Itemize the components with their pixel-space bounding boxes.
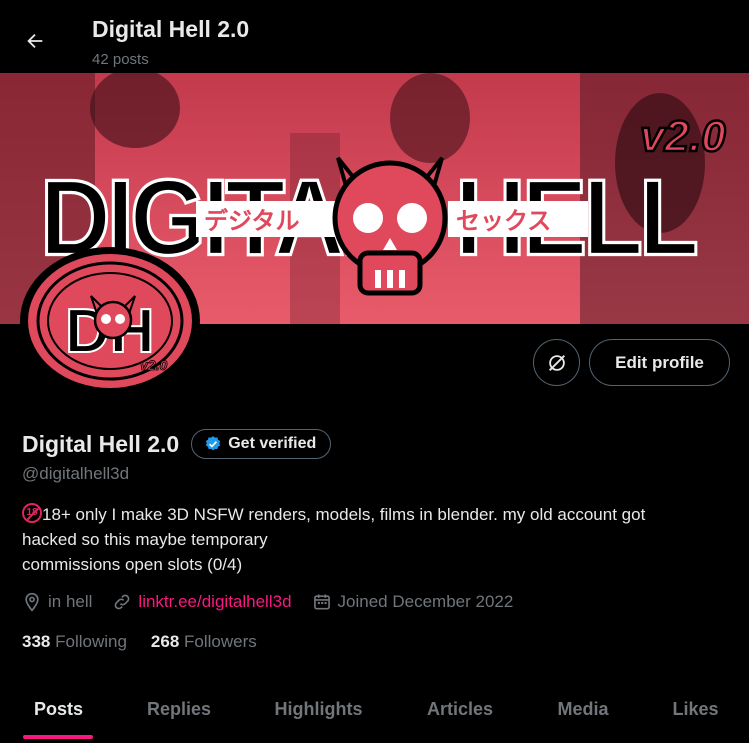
location-pin-icon	[25, 592, 39, 612]
tab-posts[interactable]: Posts	[0, 683, 117, 735]
calendar-icon	[313, 594, 330, 610]
top-bar: Digital Hell 2.0 42 posts	[0, 0, 749, 73]
get-verified-label: Get verified	[228, 435, 317, 452]
followers-count: 268	[150, 632, 180, 651]
page-title: Digital Hell 2.0	[92, 16, 250, 42]
no-sync-icon	[548, 354, 565, 371]
analytics-button[interactable]	[533, 339, 580, 386]
banner-jp-right: セックス	[456, 207, 551, 235]
no-under-18-icon: 18	[22, 503, 42, 523]
tab-replies[interactable]: Replies	[117, 683, 241, 735]
arrow-left-icon	[27, 33, 43, 49]
post-count: 42 posts	[92, 51, 149, 68]
tab-highlights[interactable]: Highlights	[241, 683, 396, 735]
name-row: Digital Hell 2.0 Get verified	[22, 429, 332, 459]
followers-label: Followers	[184, 632, 257, 651]
profile-meta: in hell linktr.ee/digitalhell3d Joined D…	[22, 592, 533, 612]
banner-version: v2.0	[640, 112, 726, 161]
banner-jp-left: デジタル	[204, 207, 300, 235]
joined-date: Joined December 2022	[312, 592, 513, 612]
tab-articles[interactable]: Articles	[396, 683, 524, 735]
verified-badge-icon	[206, 436, 221, 451]
avatar-version: v2.0	[140, 357, 167, 373]
link-icon	[115, 594, 130, 610]
tab-media[interactable]: Media	[524, 683, 642, 735]
get-verified-button[interactable]: Get verified	[191, 429, 332, 459]
display-name: Digital Hell 2.0	[22, 430, 180, 457]
active-tab-indicator	[23, 735, 93, 739]
location: in hell	[22, 592, 92, 612]
following-count: 338	[22, 632, 51, 651]
handle: @digitalhell3d	[22, 464, 130, 483]
bio-line-3: commissions open slots (0/4)	[22, 555, 243, 574]
followers-link[interactable]: 268 Followers	[151, 632, 257, 652]
back-button[interactable]	[16, 22, 54, 60]
avatar-art: DH v2.0	[28, 254, 192, 388]
following-label: Following	[55, 632, 127, 651]
avatar[interactable]: DH v2.0	[20, 247, 200, 395]
website[interactable]: linktr.ee/digitalhell3d	[112, 592, 292, 612]
bio-line-2: hacked so this maybe temporary	[22, 530, 268, 549]
edit-profile-button[interactable]: Edit profile	[589, 339, 730, 386]
following-link[interactable]: 338 Following	[22, 632, 127, 652]
bio-line-1: 18 18+ only I make 3D NSFW renders, model…	[22, 502, 732, 527]
follow-stats: 338 Following 268 Followers	[22, 632, 281, 652]
profile-tabs: Posts Replies Highlights Articles Media …	[0, 683, 749, 743]
tab-likes[interactable]: Likes	[642, 683, 749, 735]
bio: 18 18+ only I make 3D NSFW renders, model…	[22, 502, 732, 577]
website-link[interactable]: linktr.ee/digitalhell3d	[138, 592, 291, 612]
